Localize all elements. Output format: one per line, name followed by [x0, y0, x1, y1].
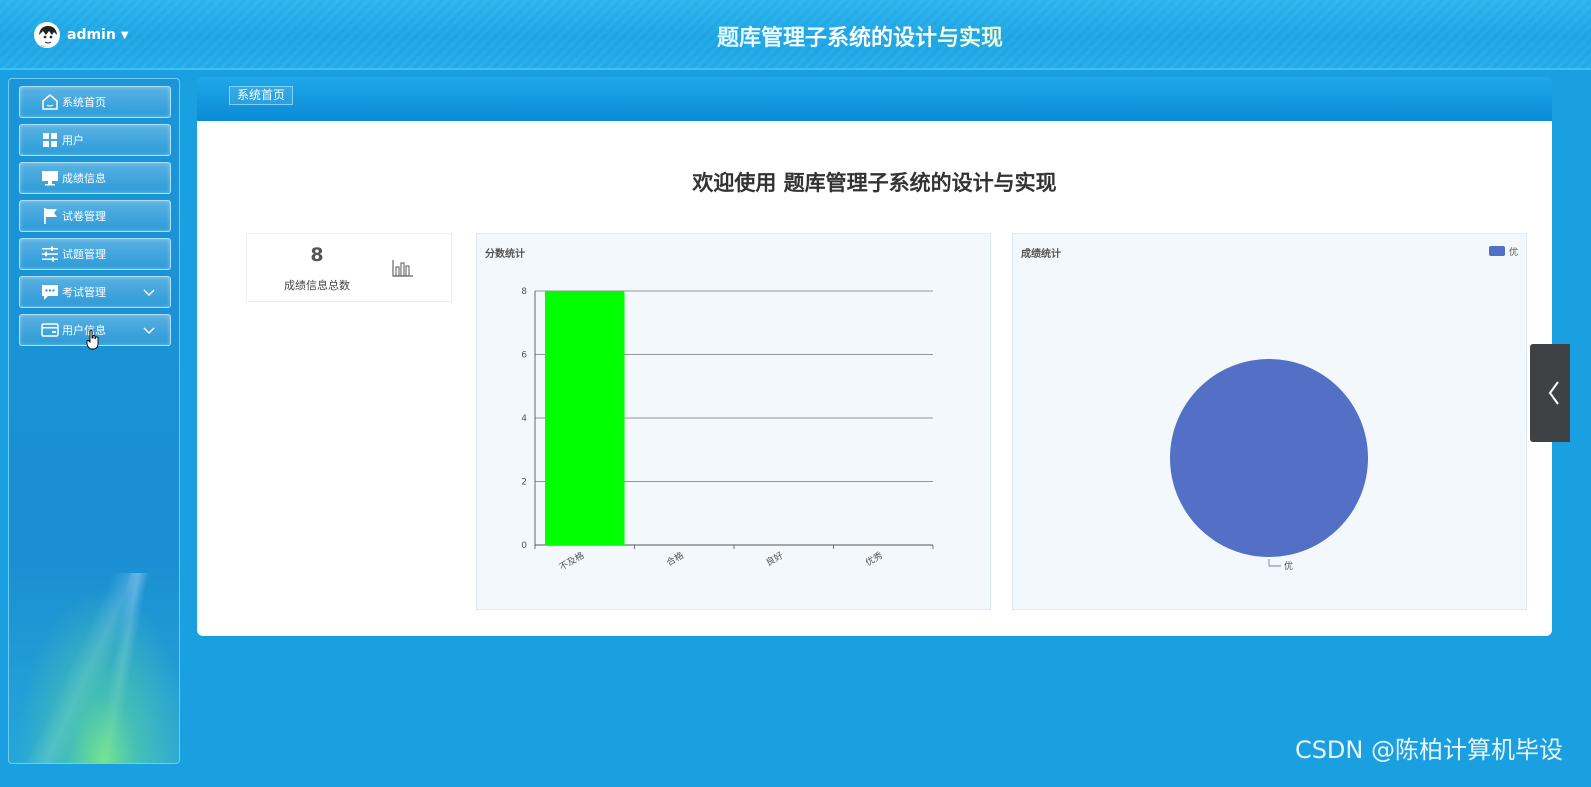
chevron-down-icon [142, 323, 156, 337]
y-tick-label: 8 [521, 287, 527, 297]
breadcrumb[interactable]: 系统首页 [229, 86, 294, 105]
content-header: 系统首页 [197, 77, 1552, 121]
flag-icon [40, 206, 60, 226]
chevron-left-icon [1548, 381, 1559, 405]
x-tick-label: 不及格 [557, 549, 586, 573]
bar [545, 291, 625, 545]
sidebar-item-label: 试卷管理 [62, 210, 106, 223]
legend-swatch [1489, 246, 1505, 256]
side-panel-toggle[interactable] [1530, 344, 1570, 442]
y-tick-label: 4 [521, 414, 527, 424]
sidebar-item-label: 用户 [62, 134, 84, 147]
x-tick-label: 优秀 [863, 549, 885, 568]
app-title: 题库管理子系统的设计与实现 [560, 20, 1160, 52]
monitor-icon [40, 168, 60, 188]
sidebar-item-label: 试题管理 [62, 248, 106, 261]
y-tick-label: 0 [521, 541, 527, 551]
pie-slice [1170, 359, 1368, 557]
sidebar-item-label: 系统首页 [62, 96, 106, 109]
sidebar-item-exams[interactable]: 考试管理 [19, 276, 171, 308]
stat-card: 8 成绩信息总数 [246, 233, 452, 302]
grid-icon [40, 130, 60, 150]
content-body: 欢迎使用 题库管理子系统的设计与实现 8 成绩信息总数 分数统计 0 2 4 6 8 不及… [197, 121, 1552, 636]
stat-label: 成绩信息总数 [284, 279, 350, 292]
sidebar-item-home[interactable]: 系统首页 [19, 86, 171, 118]
top-bar: admin ▼ 题库管理子系统的设计与实现 [0, 0, 1591, 70]
x-tick-label: 良好 [764, 549, 786, 568]
y-tick-label: 2 [521, 478, 527, 488]
hand-cursor-icon [86, 330, 99, 350]
x-tick-label: 合格 [664, 549, 686, 568]
watermark: CSDN @陈柏计算机毕设 [1294, 736, 1563, 764]
sidebar-decoration [9, 573, 179, 763]
sidebar-item-scores[interactable]: 成绩信息 [19, 162, 171, 194]
sidebar: 系统首页 用户 成绩信息 试卷管理 试题管理 考试管理 用户信息 [8, 78, 180, 764]
page-title: 欢迎使用 题库管理子系统的设计与实现 [692, 171, 1057, 195]
avatar [34, 22, 60, 48]
chevron-down-icon [142, 285, 156, 299]
stat-value: 8 [310, 244, 324, 266]
sidebar-item-papers[interactable]: 试卷管理 [19, 200, 171, 232]
pie-chart-card: 成绩统计 优优 [1012, 233, 1527, 610]
sidebar-item-users[interactable]: 用户 [19, 124, 171, 156]
y-tick-label: 6 [521, 351, 527, 361]
label-line [1268, 559, 1281, 567]
user-menu[interactable]: admin ▼ [34, 22, 129, 48]
bar-chart-icon [392, 260, 413, 277]
bar-chart: 0 2 4 6 8 不及格 合格 良好 优秀 [521, 287, 934, 573]
sidebar-item-questions[interactable]: 试题管理 [19, 238, 171, 270]
pie-chart: 优优 [1170, 246, 1518, 572]
caret-down-icon: ▼ [120, 29, 129, 41]
home-icon [40, 92, 60, 112]
chat-icon [40, 282, 60, 302]
card-icon [40, 320, 60, 340]
bar-chart-card: 分数统计 0 2 4 6 8 不及格 合格 良好 优秀 [476, 233, 991, 610]
sidebar-menu: 系统首页 用户 成绩信息 试卷管理 试题管理 考试管理 用户信息 [19, 86, 171, 352]
sidebar-item-label: 成绩信息 [62, 172, 106, 185]
legend-label: 优 [1509, 246, 1518, 258]
username: admin [67, 27, 116, 43]
sidebar-item-label: 考试管理 [62, 286, 106, 299]
pie-label: 优 [1284, 560, 1293, 572]
sliders-icon [40, 244, 60, 264]
